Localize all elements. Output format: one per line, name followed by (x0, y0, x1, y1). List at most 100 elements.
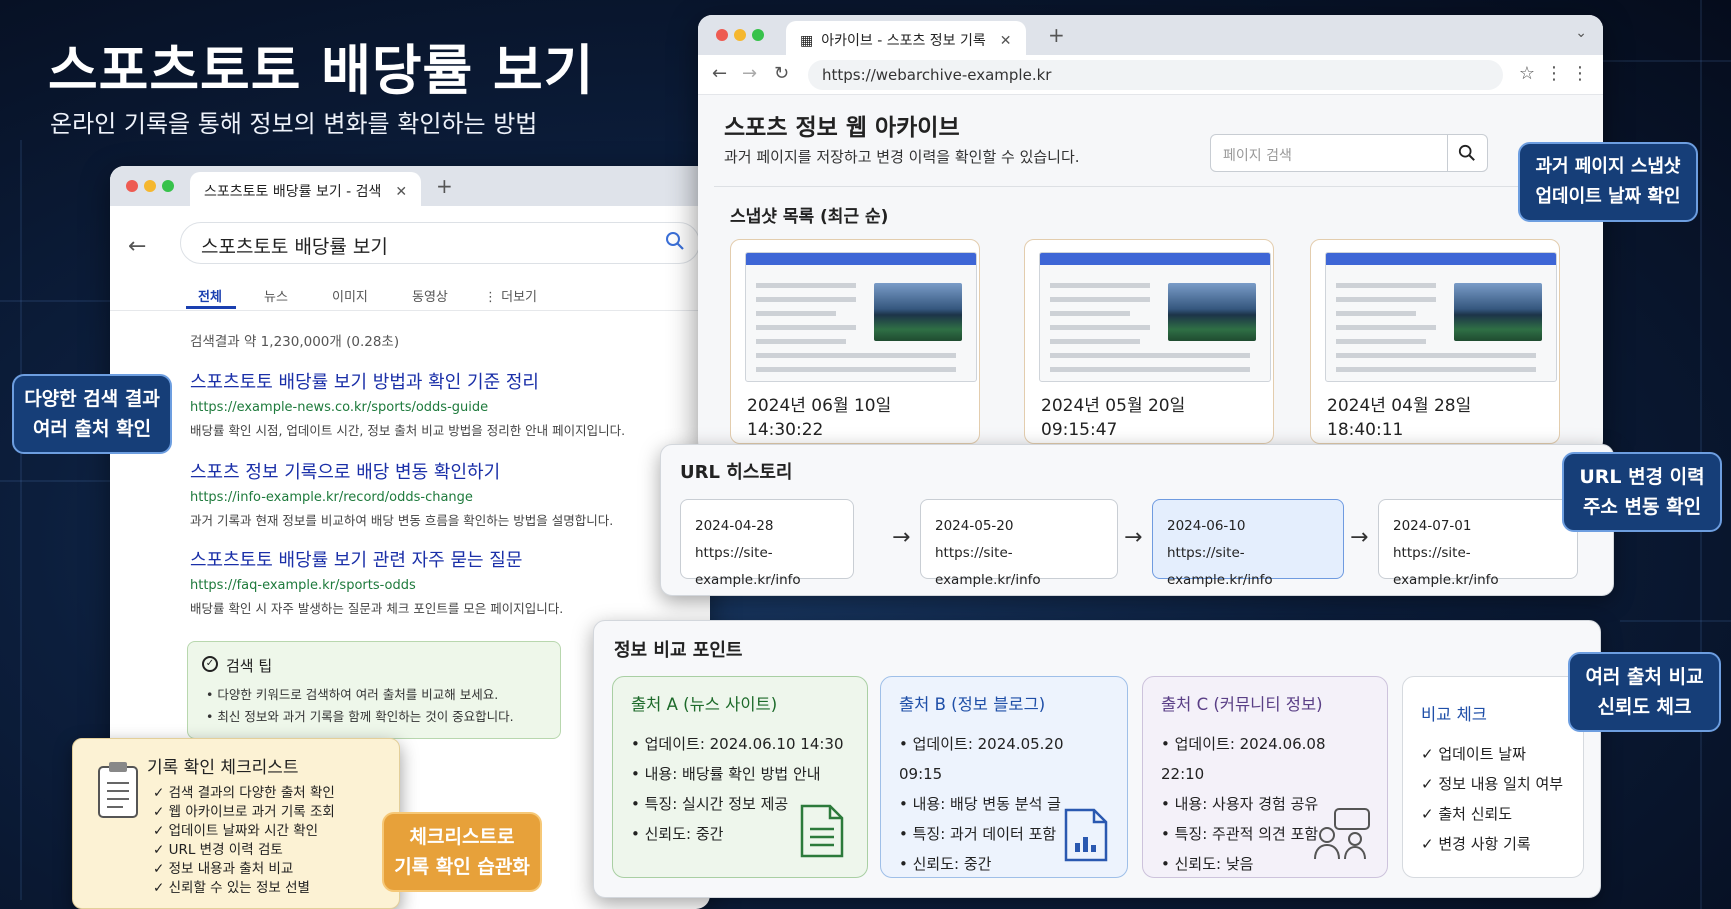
bookmark-star-icon[interactable]: ☆ (1519, 63, 1535, 84)
search-tip-box: ✓ 검색 팁 • 다양한 키워드로 검색하여 여러 출처를 비교해 보세요. •… (187, 641, 561, 739)
chevron-down-icon[interactable]: ⌄ (1575, 25, 1587, 41)
snapshot-thumbnail (1039, 252, 1271, 382)
checklist-item: ✓ 업데이트 날짜와 시간 확인 (153, 823, 319, 839)
result-url[interactable]: https://faq-example.kr/sports-odds (190, 578, 630, 593)
url-history-date: 2024-07-01 (1393, 518, 1472, 534)
close-tab-icon[interactable]: ✕ (1000, 33, 1012, 49)
url-history-url: https://site-example.kr/info (1167, 545, 1273, 588)
new-tab-icon[interactable]: + (436, 174, 453, 198)
minimize-window-dot[interactable] (144, 180, 156, 192)
community-users-icon (1314, 808, 1370, 860)
check-item: ✓ 정보 내용 일치 여부 (1421, 775, 1564, 793)
snapshot-card[interactable]: 2024년 04월 28일 18:40:11 (1310, 239, 1560, 444)
page-subtitle: 온라인 기록을 통해 정보의 변화를 확인하는 방법 (50, 110, 538, 138)
source-title: 출처 A (뉴스 사이트) (631, 695, 778, 714)
archive-favicon-icon: ▦ (800, 33, 814, 49)
maximize-window-dot[interactable] (752, 29, 764, 41)
tab-title: 아카이브 - 스포츠 정보 기록 (821, 33, 986, 49)
back-arrow-icon[interactable]: ← (128, 234, 146, 259)
result-title-link[interactable]: 스포츠토토 배당률 보기 방법과 확인 기준 정리 (190, 368, 630, 394)
check-item: ✓ 업데이트 날짜 (1421, 745, 1526, 763)
back-arrow-icon[interactable]: ← (712, 63, 727, 84)
arrow-right-icon: → (892, 525, 911, 550)
forward-arrow-icon[interactable]: → (742, 63, 757, 84)
callout-line: 신뢰도 체크 (1597, 696, 1692, 718)
browser-tab[interactable]: 스포츠토토 배당률 보기 - 검색 ✕ (190, 172, 422, 206)
extensions-menu-icon[interactable]: ⋮ (1545, 63, 1563, 84)
maximize-window-dot[interactable] (162, 180, 174, 192)
document-icon (800, 804, 844, 858)
search-input[interactable]: 스포츠토토 배당률 보기 (180, 222, 700, 264)
source-line: • 업데이트: 2024.06.10 14:30 (631, 735, 844, 753)
tip-line: • 최신 정보와 과거 기록을 함께 확인하는 것이 중요합니다. (206, 709, 514, 724)
result-url[interactable]: https://example-news.co.kr/sports/odds-g… (190, 400, 630, 415)
callout-line: 기록 확인 습관화 (394, 856, 530, 878)
result-title-link[interactable]: 스포츠토토 배당률 보기 관련 자주 묻는 질문 (190, 546, 630, 572)
result-title-link[interactable]: 스포츠 정보 기록으로 배당 변동 확인하기 (190, 458, 630, 484)
url-history-url: https://site-example.kr/info (1393, 545, 1499, 588)
minimize-window-dot[interactable] (734, 29, 746, 41)
snapshot-date: 2024년 05월 20일 (1041, 396, 1186, 416)
comparison-heading: 정보 비교 포인트 (614, 640, 743, 661)
stadium-image (1454, 283, 1542, 341)
tab-news[interactable]: 뉴스 (264, 286, 288, 305)
snapshot-card[interactable]: 2024년 06월 10일 14:30:22 (730, 239, 980, 444)
callout-line: 주소 변동 확인 (1582, 496, 1702, 518)
source-card-c: 출처 C (커뮤니티 정보) • 업데이트: 2024.06.08 22:10 … (1142, 676, 1388, 878)
archive-page-title: 스포츠 정보 웹 아카이브 (724, 115, 960, 141)
source-line: • 내용: 배당률 확인 방법 안내 (631, 765, 821, 783)
source-line: • 업데이트: 2024.05.20 09:15 (899, 735, 1064, 783)
result-description: 배당률 확인 시점, 업데이트 시간, 정보 출처 비교 방법을 정리한 안내 … (190, 423, 626, 438)
browser-menu-icon[interactable]: ⋮ (1571, 63, 1589, 84)
close-window-dot[interactable] (716, 29, 728, 41)
snapshot-card[interactable]: 2024년 05월 20일 09:15:47 (1024, 239, 1274, 444)
snapshot-heading: 스냅샷 목록 (최근 순) (730, 207, 889, 227)
url-history-date: 2024-06-10 (1167, 518, 1246, 534)
reload-icon[interactable]: ↻ (774, 63, 789, 84)
snapshot-thumbnail (745, 252, 977, 382)
search-icon[interactable] (665, 231, 685, 256)
snapshot-time: 09:15:47 (1041, 420, 1118, 440)
arrow-right-icon: → (1350, 525, 1369, 550)
chart-document-icon (1064, 808, 1108, 862)
page-search-placeholder: 페이지 검색 (1223, 148, 1292, 164)
snapshot-thumbnail (1325, 252, 1557, 382)
checklist-title: 기록 확인 체크리스트 (147, 758, 299, 778)
close-tab-icon[interactable]: ✕ (395, 184, 407, 200)
clipboard-icon (98, 762, 138, 818)
url-history-item[interactable]: 2024-07-01 https://site-example.kr/info (1378, 499, 1578, 588)
search-button[interactable] (1447, 135, 1487, 171)
callout-url: URL 변경 이력 주소 변동 확인 (1562, 452, 1722, 532)
snapshot-time: 14:30:22 (747, 420, 824, 440)
callout-sources: 다양한 검색 결과 여러 출처 확인 (12, 374, 172, 454)
url-history-item-selected[interactable]: 2024-06-10 https://site-example.kr/info (1152, 499, 1344, 588)
close-window-dot[interactable] (126, 180, 138, 192)
tab-all[interactable]: 전체 (198, 286, 222, 305)
new-tab-icon[interactable]: + (1048, 23, 1065, 47)
result-url[interactable]: https://info-example.kr/record/odds-chan… (190, 490, 630, 505)
tab-videos[interactable]: 동영상 (412, 286, 448, 305)
source-title: 출처 C (커뮤니티 정보) (1161, 695, 1323, 714)
source-line: • 업데이트: 2024.06.08 22:10 (1161, 735, 1326, 783)
search-result: 스포츠 정보 기록으로 배당 변동 확인하기 https://info-exam… (190, 458, 630, 529)
result-description: 배당률 확인 시 자주 발생하는 질문과 체크 포인트를 모은 페이지입니다. (190, 601, 564, 616)
callout-line: 다양한 검색 결과 (24, 388, 160, 410)
url-history-item[interactable]: 2024-04-28 https://site-example.kr/info (680, 499, 854, 588)
url-history-item[interactable]: 2024-05-20 https://site-example.kr/info (920, 499, 1118, 588)
active-tab-underline (186, 306, 236, 309)
snapshot-date: 2024년 04월 28일 (1327, 396, 1472, 416)
tab-images[interactable]: 이미지 (332, 286, 368, 305)
callout-line: 체크리스트로 (409, 826, 515, 848)
stadium-image (874, 283, 962, 341)
tip-title: 검색 팁 (226, 657, 273, 675)
source-card-a: 출처 A (뉴스 사이트) • 업데이트: 2024.06.10 14:30 •… (612, 676, 868, 878)
callout-line: 여러 출처 비교 (1585, 666, 1704, 688)
checklist-item: ✓ 정보 내용과 출처 비교 (153, 861, 294, 877)
page-search-input[interactable]: 페이지 검색 (1210, 134, 1488, 172)
archive-divider (714, 186, 1598, 187)
search-query-text: 스포츠토토 배당률 보기 (201, 236, 388, 258)
tab-more[interactable]: ⋮ 더보기 (484, 286, 537, 305)
url-input[interactable]: https://webarchive-example.kr (808, 60, 1503, 90)
checklist-item: ✓ URL 변경 이력 검토 (153, 842, 283, 858)
browser-tab[interactable]: ▦ 아카이브 - 스포츠 정보 기록 ✕ (786, 21, 1026, 55)
